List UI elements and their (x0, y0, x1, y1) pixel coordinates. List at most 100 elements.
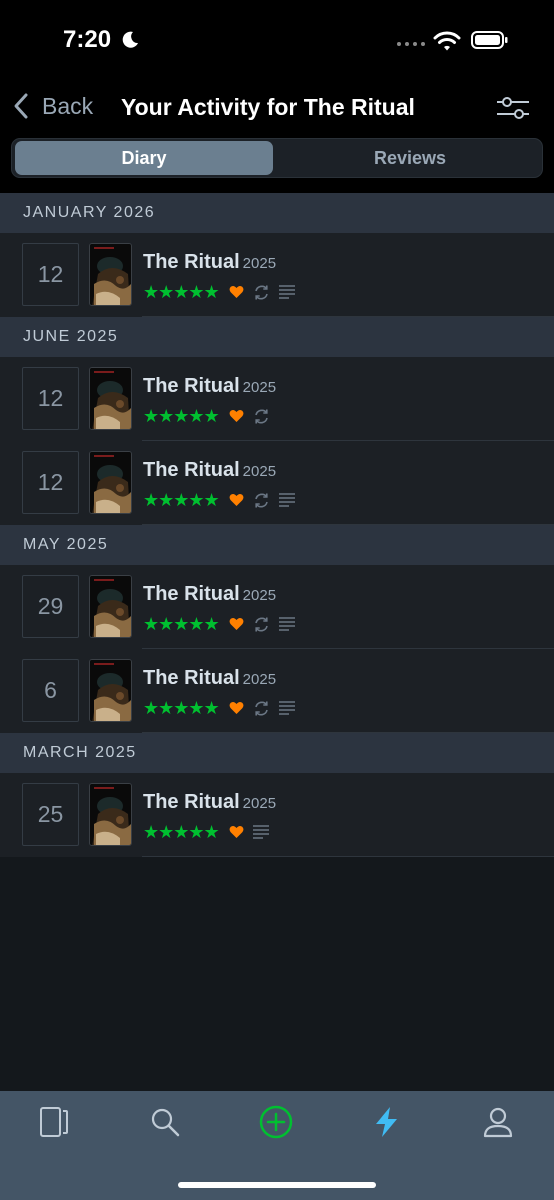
entry-day: 29 (22, 575, 79, 638)
diary-list: JANUARY 2026 12 The Ritual 2025 ★★★★★ JUN… (0, 193, 554, 857)
heart-icon (229, 493, 244, 506)
film-title-text: The Ritual (143, 791, 240, 813)
rewatch-icon (254, 701, 268, 715)
heart-icon (229, 701, 244, 714)
film-poster[interactable] (89, 575, 132, 638)
poster-art-icon (90, 576, 131, 637)
star-rating: ★★★★★ (143, 490, 220, 510)
film-year: 2025 (242, 379, 277, 396)
review-text-icon (278, 285, 295, 299)
film-title-text: The Ritual (143, 667, 240, 689)
entry-meta: ★★★★★ (143, 407, 270, 425)
film-poster[interactable] (89, 451, 132, 514)
poster-art-icon (90, 368, 131, 429)
row-divider (142, 524, 554, 525)
back-button[interactable]: Back (12, 92, 93, 120)
moon-icon (122, 31, 138, 48)
poster-art-icon (90, 452, 131, 513)
review-text-icon (278, 617, 295, 631)
entry-meta: ★★★★★ (143, 699, 295, 717)
film-title-text: The Ritual (143, 459, 240, 481)
entry-day: 25 (22, 783, 79, 846)
activity-icon[interactable] (370, 1105, 404, 1139)
diary-entry-row[interactable]: 12 The Ritual 2025 ★★★★★ (0, 357, 554, 441)
review-text-icon (278, 493, 295, 507)
row-divider (142, 856, 554, 857)
status-bar: 7:20 (0, 0, 554, 80)
row-divider (142, 316, 554, 317)
back-label: Back (42, 92, 94, 119)
signal-icon (397, 42, 425, 46)
entry-day: 6 (22, 659, 79, 722)
heart-icon (229, 409, 244, 422)
diary-entry-row[interactable]: 12 The Ritual 2025 ★★★★★ (0, 441, 554, 525)
poster-art-icon (90, 660, 131, 721)
add-icon[interactable] (259, 1105, 293, 1139)
nav-header: Back Your Activity for The Ritual Diary … (0, 80, 554, 193)
row-divider (142, 732, 554, 733)
entry-meta: ★★★★★ (143, 615, 295, 633)
film-title-text: The Ritual (143, 251, 240, 273)
film-poster[interactable] (89, 783, 132, 846)
section-header: MAY 2025 (0, 525, 554, 565)
entry-meta: ★★★★★ (143, 491, 295, 509)
rewatch-icon (254, 285, 268, 299)
diary-entry-row[interactable]: 6 The Ritual 2025 ★★★★★ (0, 649, 554, 733)
film-title[interactable]: The Ritual 2025 (143, 667, 276, 690)
star-rating: ★★★★★ (143, 282, 220, 302)
profile-icon[interactable] (481, 1105, 515, 1139)
poster-art-icon (90, 244, 131, 305)
chevron-left-icon (14, 93, 28, 119)
diary-entry-row[interactable]: 25 The Ritual 2025 ★★★★★ (0, 773, 554, 857)
heart-icon (229, 285, 244, 298)
rewatch-icon (254, 409, 268, 423)
film-title-text: The Ritual (143, 375, 240, 397)
heart-icon (229, 617, 244, 630)
poster-art-icon (90, 784, 131, 845)
film-year: 2025 (242, 795, 277, 812)
film-poster[interactable] (89, 659, 132, 722)
review-text-icon (278, 701, 295, 715)
search-icon[interactable] (148, 1105, 182, 1139)
tab-reviews[interactable]: Reviews (278, 141, 542, 175)
film-year: 2025 (242, 255, 277, 272)
film-title[interactable]: The Ritual 2025 (143, 375, 276, 398)
entry-day: 12 (22, 451, 79, 514)
entry-day: 12 (22, 367, 79, 430)
star-rating: ★★★★★ (143, 614, 220, 634)
battery-icon (471, 31, 508, 49)
entry-meta: ★★★★★ (143, 823, 269, 841)
film-title[interactable]: The Ritual 2025 (143, 459, 276, 482)
films-icon[interactable] (37, 1105, 71, 1139)
filter-sliders-icon[interactable] (495, 94, 531, 122)
film-title[interactable]: The Ritual 2025 (143, 251, 276, 274)
star-rating: ★★★★★ (143, 698, 220, 718)
status-time: 7:20 (63, 26, 112, 53)
film-poster[interactable] (89, 367, 132, 430)
film-year: 2025 (242, 587, 277, 604)
page-title: Your Activity for The Ritual (121, 94, 415, 120)
diary-entry-row[interactable]: 29 The Ritual 2025 ★★★★★ (0, 565, 554, 649)
rewatch-icon (254, 493, 268, 507)
review-text-icon (252, 825, 269, 839)
tab-diary[interactable]: Diary (15, 141, 273, 175)
diary-entry-row[interactable]: 12 The Ritual 2025 ★★★★★ (0, 233, 554, 317)
section-header: JUNE 2025 (0, 317, 554, 357)
entry-day: 12 (22, 243, 79, 306)
section-header: MARCH 2025 (0, 733, 554, 773)
heart-icon (229, 825, 244, 838)
film-poster[interactable] (89, 243, 132, 306)
film-title[interactable]: The Ritual 2025 (143, 791, 276, 814)
home-indicator (178, 1182, 376, 1188)
wifi-icon (433, 31, 461, 51)
section-header: JANUARY 2026 (0, 193, 554, 233)
star-rating: ★★★★★ (143, 406, 220, 426)
film-year: 2025 (242, 671, 277, 688)
film-title[interactable]: The Ritual 2025 (143, 583, 276, 606)
star-rating: ★★★★★ (143, 822, 220, 842)
film-year: 2025 (242, 463, 277, 480)
entry-meta: ★★★★★ (143, 283, 295, 301)
film-title-text: The Ritual (143, 583, 240, 605)
rewatch-icon (254, 617, 268, 631)
diary-reviews-toggle: Diary Reviews (11, 138, 543, 178)
